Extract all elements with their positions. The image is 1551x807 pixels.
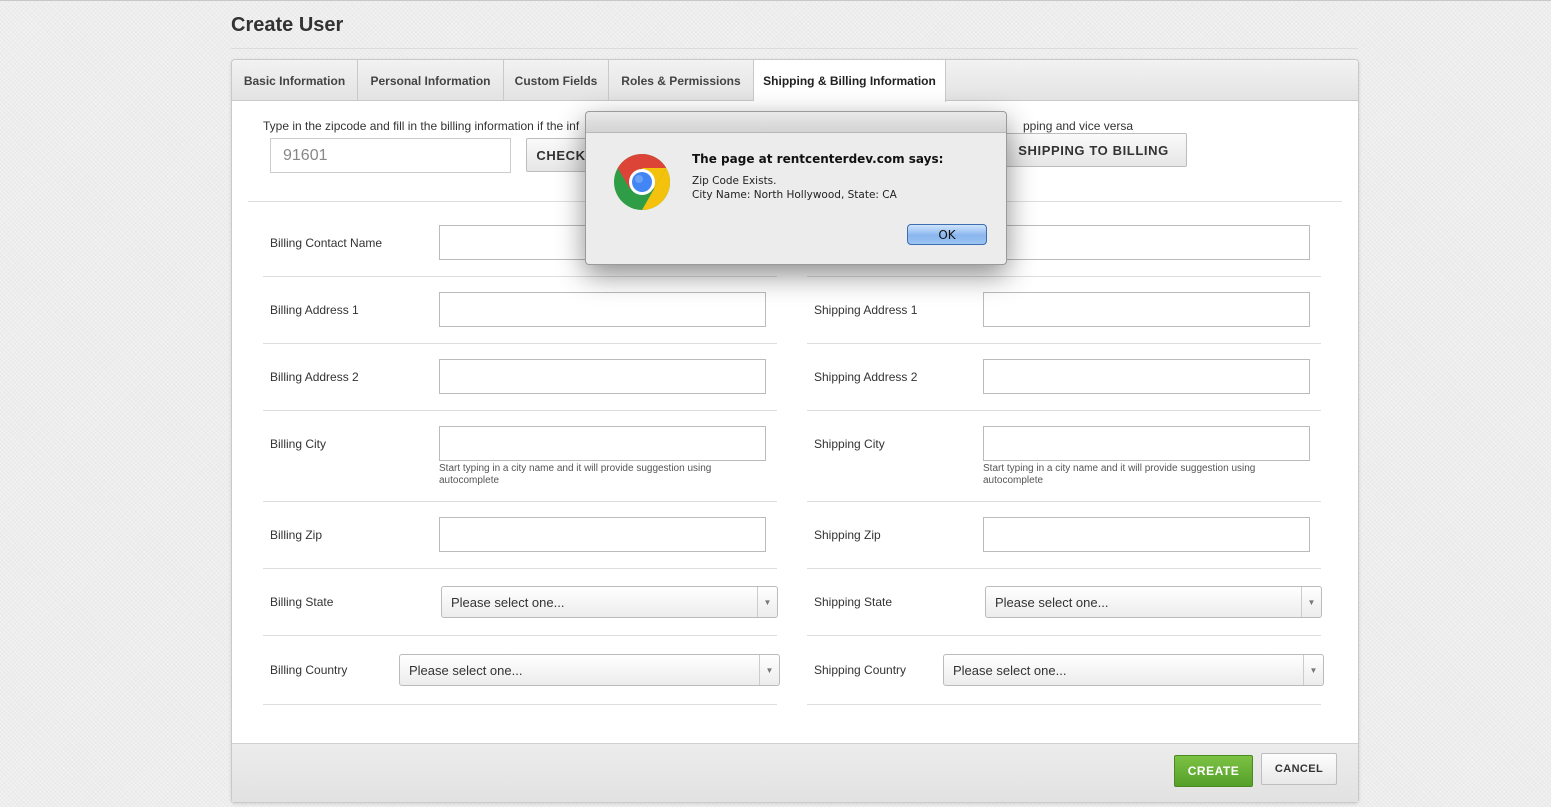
row-divider [807,635,1321,636]
tab-bar: Basic Information Personal Information C… [232,60,1358,102]
zip-instructions: Type in the zipcode and fill in the bill… [263,119,580,133]
shipping-state-label: Shipping State [814,595,893,609]
billing-country-select[interactable]: Please select one... ▼ [399,654,780,686]
billing-city-label: Billing City [270,437,327,451]
row-divider [807,704,1321,705]
shipping-address2-input[interactable] [983,359,1310,394]
shipping-address2-label: Shipping Address 2 [814,370,918,384]
row-divider [807,276,1321,277]
row-divider [263,635,777,636]
create-button[interactable]: CREATE [1174,755,1253,787]
shipping-zip-label: Shipping Zip [814,528,881,542]
billing-address2-label: Billing Address 2 [270,370,359,384]
tab-personal-information[interactable]: Personal Information [358,60,504,101]
billing-zip-label: Billing Zip [270,528,323,542]
shipping-city-input[interactable] [983,426,1310,461]
billing-zip-input[interactable] [439,517,766,552]
shipping-state-select[interactable]: Please select one... ▼ [985,586,1322,618]
shipping-address1-label: Shipping Address 1 [814,303,918,317]
shipping-zip-input[interactable] [983,517,1310,552]
shipping-city-help: Start typing in a city name and it will … [983,463,1256,486]
billing-city-input[interactable] [439,426,766,461]
page-title: Create User [231,14,344,36]
billing-state-label: Billing State [270,595,334,609]
row-divider [263,501,777,502]
shipping-contact-name-input[interactable] [983,225,1310,260]
row-divider [263,568,777,569]
billing-contact-name-label: Billing Contact Name [270,236,383,250]
row-divider [263,704,777,705]
alert-dialog: The page at rentcenterdev.com says: Zip … [585,111,1007,265]
dialog-titlebar [586,112,1006,133]
billing-state-select[interactable]: Please select one... ▼ [441,586,778,618]
tab-shipping-billing[interactable]: Shipping & Billing Information [754,60,946,102]
chevron-down-icon: ▼ [757,587,777,617]
billing-country-label: Billing Country [270,663,348,677]
ok-button[interactable]: OK [907,224,987,245]
chrome-icon [614,154,671,210]
row-divider [807,343,1321,344]
zip-code-input[interactable] [270,138,511,173]
shipping-address1-input[interactable] [983,292,1310,327]
billing-state-value: Please select one... [451,594,565,610]
dialog-heading: The page at rentcenterdev.com says: [692,152,944,166]
dialog-message-line2: City Name: North Hollywood, State: CA [692,189,897,201]
tab-roles-permissions[interactable]: Roles & Permissions [609,60,754,101]
billing-address1-input[interactable] [439,292,766,327]
shipping-to-billing-button[interactable]: SHIPPING TO BILLING [1000,133,1187,167]
shipping-country-label: Shipping Country [814,663,907,677]
tab-custom-fields[interactable]: Custom Fields [504,60,609,101]
billing-city-help: Start typing in a city name and it will … [439,463,712,486]
tab-basic-information[interactable]: Basic Information [232,60,358,101]
title-divider [231,48,1358,49]
cancel-button[interactable]: CANCEL [1261,753,1337,785]
row-divider [807,501,1321,502]
row-divider [263,276,777,277]
chevron-down-icon: ▼ [759,655,779,685]
billing-country-value: Please select one... [409,662,523,678]
row-divider [263,343,777,344]
chevron-down-icon: ▼ [1303,655,1323,685]
shipping-country-value: Please select one... [953,662,1067,678]
dialog-message-line1: Zip Code Exists. [692,175,777,187]
row-divider [263,410,777,411]
row-divider [807,410,1321,411]
chevron-down-icon: ▼ [1301,587,1321,617]
billing-address2-input[interactable] [439,359,766,394]
billing-address1-label: Billing Address 1 [270,303,359,317]
shipping-state-value: Please select one... [995,594,1109,610]
top-border [0,0,1551,1]
zip-instructions-continued: pping and vice versa [1023,119,1134,133]
shipping-country-select[interactable]: Please select one... ▼ [943,654,1324,686]
row-divider [807,568,1321,569]
shipping-city-label: Shipping City [814,437,885,451]
